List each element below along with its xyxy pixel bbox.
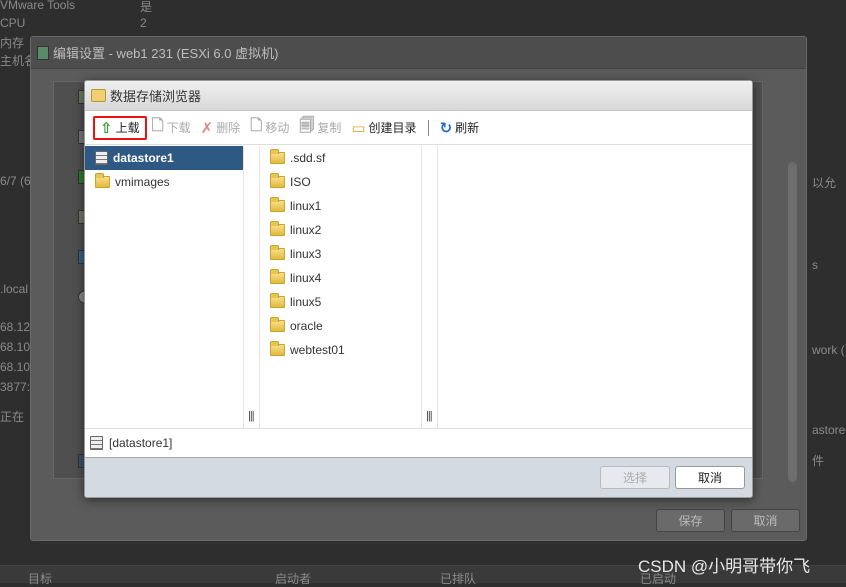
toolbar-button-refresh[interactable]: ↻ 刷新 (435, 116, 485, 140)
folder-name: linux4 (290, 271, 322, 285)
background-text: 68.12 (0, 320, 31, 334)
column-initiator[interactable]: 启动者 (275, 570, 311, 587)
background-text: s (812, 258, 818, 272)
folder-name: webtest01 (290, 343, 345, 357)
background-text: 正在 (0, 410, 25, 424)
datastore-name: vmimages (115, 175, 170, 189)
datastore-icon (90, 436, 103, 450)
toolbar-separator (427, 119, 429, 136)
folder-icon (270, 341, 285, 356)
toolbar-button-copy[interactable]: 🗐 复制 (294, 116, 346, 140)
folder-name: .sdd.sf (290, 151, 326, 165)
column-splitter[interactable]: ||| (422, 146, 438, 428)
datastore-item[interactable]: datastore1 (85, 146, 243, 170)
background-text: 6/7 (6 (0, 174, 31, 188)
background-text: work (已 (812, 343, 846, 357)
datastore-list: datastore1 vmimages (85, 146, 244, 428)
prop-label: CPU (0, 16, 26, 30)
save-button[interactable]: 保存 (656, 509, 725, 532)
background-text: 以允 (812, 176, 837, 190)
folder-name: ISO (290, 175, 311, 189)
folder-name: linux1 (290, 199, 322, 213)
dialog-title: 编辑设置 - web1 231 (ESXi 6.0 虚拟机) (53, 46, 279, 61)
folder-icon (270, 197, 285, 212)
refresh-icon: ↻ (439, 119, 453, 137)
folder-item[interactable]: .sdd.sf (260, 146, 421, 170)
vm-icon (37, 45, 49, 60)
current-path: [datastore1] (109, 436, 173, 450)
datastore-browser-icon (91, 89, 106, 102)
background-text: 3877: (0, 380, 31, 394)
folder-item[interactable]: webtest01 (260, 338, 421, 362)
browser-toolbar: ⇧ 上载 🗋 下载 ✗ 删除 🗋 移动 🗐 复制 ▭ 创建目录 ↻ 刷新 (85, 111, 752, 145)
folder-list: .sdd.sf ISO linux1 linux2 linux3 linux4 linux5… (260, 146, 422, 428)
dialog-titlebar[interactable]: 编辑设置 - web1 231 (ESXi 6.0 虚拟机) (31, 37, 806, 69)
toolbar-label: 上载 (115, 121, 140, 135)
folder-item[interactable]: ISO (260, 170, 421, 194)
folder-item[interactable]: linux2 (260, 218, 421, 242)
prop-value: 2 (140, 16, 147, 30)
column-splitter[interactable]: ||| (244, 146, 260, 428)
toolbar-button-new-folder[interactable]: ▭ 创建目录 (346, 116, 421, 140)
folder-icon (270, 173, 285, 188)
toolbar-label: 删除 (216, 121, 241, 135)
browser-title: 数据存储浏览器 (110, 89, 202, 104)
folder-icon (270, 317, 285, 332)
column-queued[interactable]: 已排队 (440, 570, 476, 587)
prop-label: 内存 (0, 36, 25, 50)
background-text: 件 (812, 454, 825, 468)
folder-name: oracle (290, 319, 323, 333)
toolbar-label: 移动 (265, 121, 290, 135)
scrollbar[interactable] (788, 162, 797, 482)
toolbar-button-download[interactable]: 🗋 下载 (147, 116, 196, 140)
folder-item[interactable]: linux1 (260, 194, 421, 218)
folder-icon (95, 173, 110, 188)
copy-icon: 🗐 (299, 117, 315, 134)
folder-name: linux3 (290, 247, 322, 261)
delete-icon: ✗ (200, 119, 214, 137)
prop-value: 是 (140, 0, 153, 14)
browser-footer: 选择 取消 (85, 457, 752, 497)
upload-arrow-icon: ⇧ (100, 119, 113, 137)
folder-name: linux5 (290, 295, 322, 309)
background-text: 68.10 (0, 360, 31, 374)
cancel-button[interactable]: 取消 (731, 509, 800, 532)
folder-item[interactable]: linux5 (260, 290, 421, 314)
datastore-item[interactable]: vmimages (85, 170, 243, 194)
folder-icon (270, 149, 285, 164)
cancel-button[interactable]: 取消 (675, 466, 745, 489)
background-text: 68.10 (0, 340, 31, 354)
toolbar-label: 创建目录 (368, 121, 417, 135)
datastore-icon (95, 151, 108, 165)
browser-titlebar[interactable]: 数据存储浏览器 (85, 81, 752, 111)
toolbar-label: 复制 (317, 121, 342, 135)
datastore-name: datastore1 (113, 151, 174, 165)
folder-item[interactable]: oracle (260, 314, 421, 338)
path-bar: [datastore1] (85, 428, 752, 457)
watermark: CSDN @小明哥带你飞 (638, 557, 811, 576)
folder-item[interactable]: linux3 (260, 242, 421, 266)
datastore-browser-dialog: 数据存储浏览器 ⇧ 上载 🗋 下载 ✗ 删除 🗋 移动 🗐 复制 ▭ 创建目录 ↻ 刷新 datastor… (84, 80, 753, 498)
toolbar-button-upload-arrow[interactable]: ⇧ 上载 (93, 115, 147, 140)
toolbar-button-move[interactable]: 🗋 移动 (245, 116, 294, 140)
toolbar-label: 下载 (166, 121, 191, 135)
prop-label: VMware Tools (0, 0, 76, 12)
folder-icon (270, 293, 285, 308)
new-folder-icon: ▭ (351, 119, 366, 137)
background-text: .local (0, 282, 29, 296)
folder-icon (270, 245, 285, 260)
column-target[interactable]: 目标 (28, 570, 52, 587)
toolbar-label: 刷新 (455, 121, 480, 135)
download-icon: 🗋 (151, 117, 164, 134)
move-icon: 🗋 (250, 117, 263, 134)
folder-name: linux2 (290, 223, 322, 237)
folder-item[interactable]: linux4 (260, 266, 421, 290)
folder-icon (270, 269, 285, 284)
select-button[interactable]: 选择 (600, 466, 670, 489)
folder-icon (270, 221, 285, 236)
background-text: astore (812, 423, 846, 437)
toolbar-button-delete[interactable]: ✗ 删除 (196, 116, 246, 140)
